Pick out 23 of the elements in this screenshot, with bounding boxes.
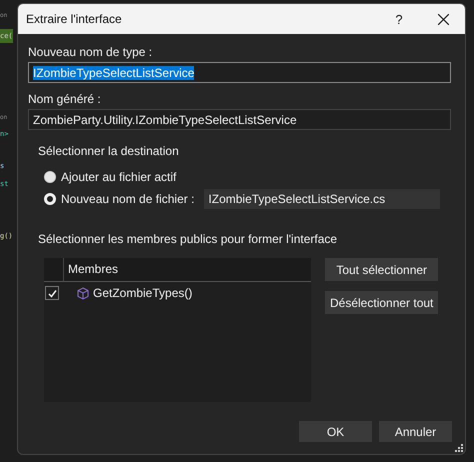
dialog-button[interactable]: Annuler bbox=[379, 421, 452, 442]
radio-label: Nouveau nom de fichier : bbox=[61, 191, 194, 207]
section-title: Sélectionner les membres publics pour former l'interface bbox=[38, 232, 338, 246]
resize-grip-icon[interactable] bbox=[455, 444, 463, 452]
cube-icon bbox=[77, 286, 89, 300]
checkbox[interactable] bbox=[45, 286, 59, 300]
column-header: Membres bbox=[67, 261, 118, 278]
input-field[interactable]: IZombieTypeSelectListService.cs bbox=[204, 189, 440, 209]
section-title: Sélectionner la destination bbox=[38, 144, 180, 158]
member-name: GetZombieTypes() bbox=[93, 286, 192, 300]
select-button[interactable]: Tout sélectionner bbox=[325, 258, 438, 281]
input-field[interactable]: IZombieTypeSelectListService bbox=[28, 62, 451, 83]
checkmark-icon bbox=[48, 288, 56, 298]
window-title: Extraire l'interface bbox=[26, 12, 123, 26]
help-button[interactable]: ? bbox=[377, 4, 421, 34]
select-button[interactable]: Désélectionner tout bbox=[325, 291, 438, 314]
radio-label: Ajouter au fichier actif bbox=[61, 169, 176, 185]
dialog-button[interactable]: OK bbox=[299, 421, 372, 442]
radio-button[interactable] bbox=[44, 171, 56, 183]
generated-name-field: ZombieParty.Utility.IZombieTypeSelectListService bbox=[28, 109, 451, 130]
field-label: Nouveau nom de type : bbox=[28, 44, 154, 60]
close-icon bbox=[438, 14, 448, 24]
field-label: Nom généré : bbox=[28, 91, 102, 107]
